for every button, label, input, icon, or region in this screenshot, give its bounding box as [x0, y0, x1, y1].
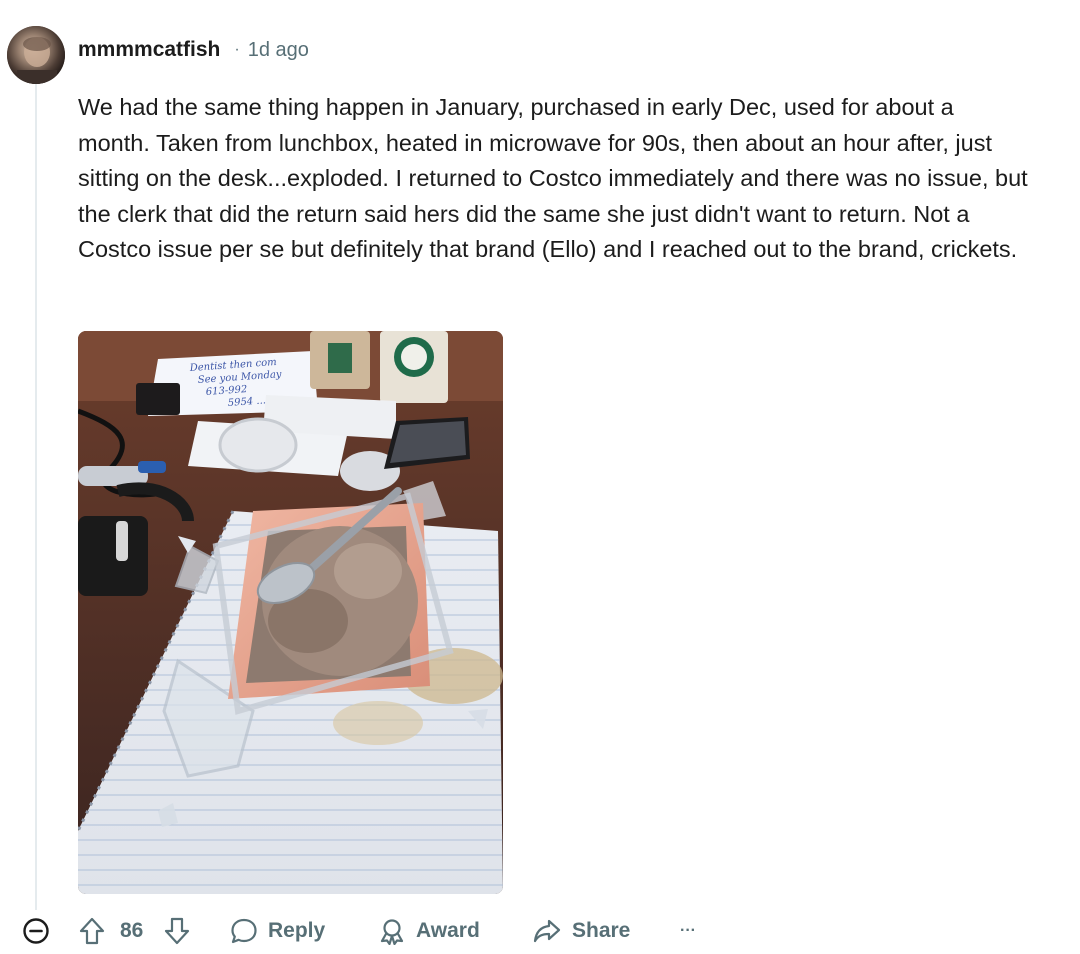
award-icon: [378, 917, 406, 945]
comment-action-bar: 86 Reply Award Share ···: [0, 906, 1080, 954]
award-button[interactable]: Award: [378, 906, 480, 954]
award-label: Award: [416, 919, 480, 942]
share-button[interactable]: Share: [532, 906, 630, 954]
arrow-up-icon: [78, 916, 106, 946]
share-label: Share: [572, 919, 631, 942]
reply-button[interactable]: Reply: [230, 906, 325, 954]
reply-label: Reply: [268, 919, 326, 942]
comment-timestamp[interactable]: 1d ago: [248, 39, 309, 62]
thread-line[interactable]: [35, 84, 37, 910]
comment-image[interactable]: Dentist then com See you Monday 613-992 …: [78, 331, 503, 894]
share-arrow-icon: [532, 917, 562, 945]
author-username[interactable]: mmmmcatfish: [78, 38, 220, 62]
upvote-button[interactable]: [78, 906, 106, 954]
more-options-button[interactable]: ···: [680, 906, 696, 954]
downvote-button[interactable]: [163, 906, 191, 954]
comment: mmmmcatfish · 1d ago We had the same thi…: [0, 0, 1080, 954]
comment-header: mmmmcatfish · 1d ago: [78, 36, 309, 64]
collapse-button[interactable]: [22, 906, 50, 954]
separator-dot: ·: [234, 41, 240, 58]
comment-body: We had the same thing happen in January,…: [78, 94, 1028, 262]
avatar[interactable]: [7, 26, 65, 84]
shattered-container-photo: Dentist then com See you Monday 613-992 …: [78, 331, 503, 894]
vote-score: 86: [120, 919, 144, 942]
avatar-image: [7, 26, 65, 84]
minus-circle-icon: [22, 917, 50, 945]
arrow-down-icon: [163, 916, 191, 946]
speech-bubble-icon: [230, 917, 258, 945]
